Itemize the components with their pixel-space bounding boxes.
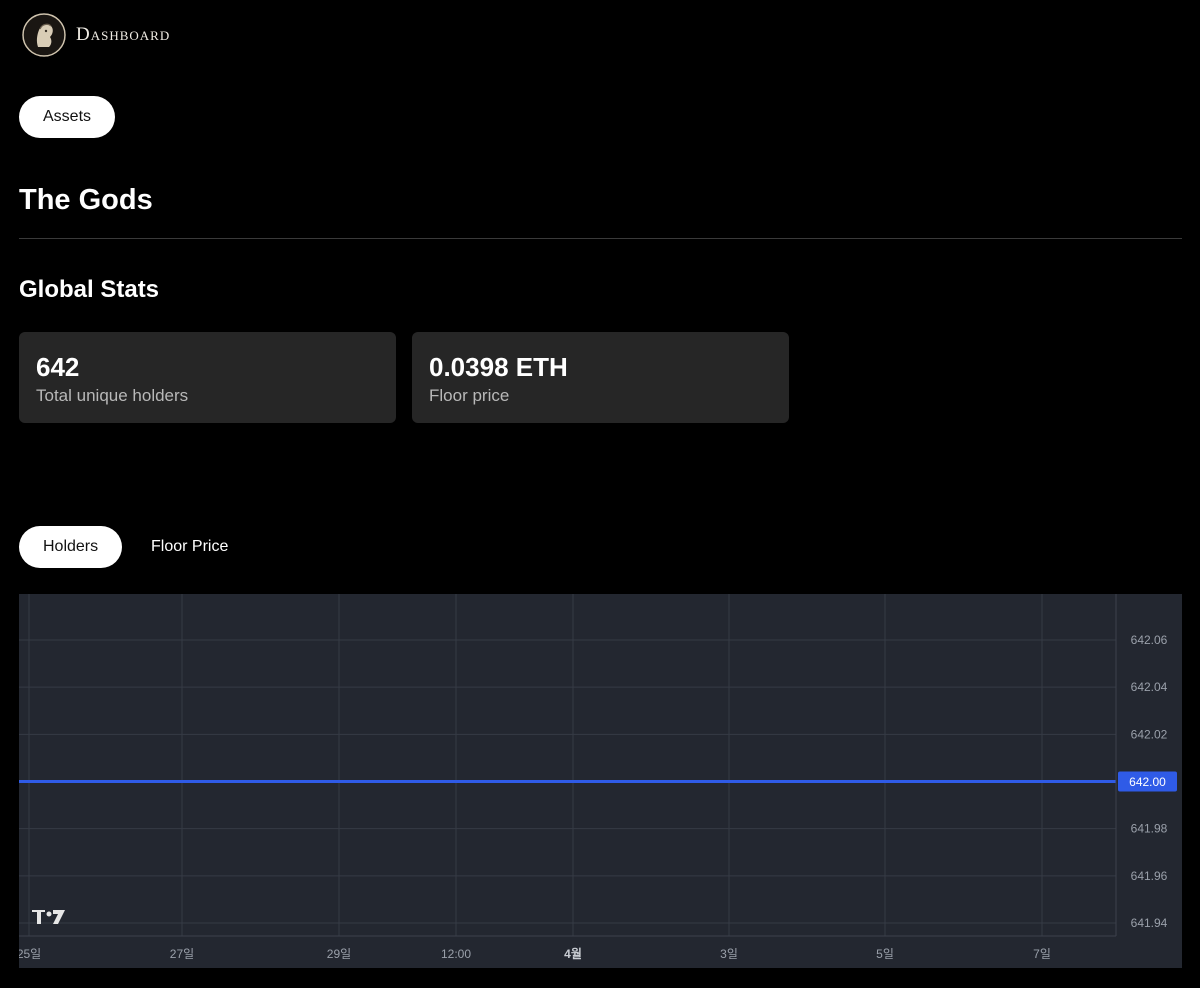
- y-tick-label: 641.94: [1131, 916, 1168, 930]
- x-tick-label: 12:00: [441, 947, 471, 961]
- stat-card-floor-price: 0.0398 ETH Floor price: [412, 332, 789, 423]
- stat-value: 642: [36, 352, 80, 382]
- y-tick-label: 641.96: [1131, 869, 1168, 883]
- tab-holders[interactable]: Holders: [19, 526, 123, 568]
- x-tick-label: 5일: [876, 947, 894, 961]
- tab-floor-price[interactable]: Floor Price: [127, 526, 252, 568]
- global-stats-title: Global Stats: [19, 276, 160, 303]
- x-tick-label: 4월: [564, 946, 582, 961]
- y-tick-label: 642.06: [1131, 633, 1168, 647]
- divider: [19, 238, 1182, 239]
- stat-card-holders: 642 Total unique holders: [19, 332, 396, 423]
- x-tick-label: 27일: [170, 947, 194, 961]
- last-value-label: 642.00: [1129, 775, 1166, 789]
- x-tick-label: 25일: [19, 947, 41, 961]
- stat-value: 0.0398 ETH: [429, 352, 568, 382]
- x-tick-label: 29일: [327, 947, 351, 961]
- holders-chart[interactable]: 642.06 642.04 642.02 641.98 641.96 641.94 25일 2…: [19, 594, 1182, 968]
- tradingview-logo-icon[interactable]: [32, 910, 65, 924]
- assets-button[interactable]: Assets: [19, 96, 116, 138]
- y-tick-label: 641.98: [1131, 822, 1168, 836]
- x-tick-label: 3일: [720, 947, 738, 961]
- x-tick-label: 7일: [1033, 947, 1051, 961]
- page-title: The Gods: [19, 184, 153, 216]
- brand-title: Dashboard: [76, 24, 171, 45]
- stat-label: Total unique holders: [36, 386, 189, 405]
- header: Dashboard: [22, 12, 170, 58]
- gods-bust-logo-icon[interactable]: [22, 13, 66, 57]
- y-tick-label: 642.04: [1131, 680, 1168, 694]
- y-tick-label: 642.02: [1131, 727, 1168, 741]
- stat-label: Floor price: [429, 386, 510, 405]
- chart-canvas[interactable]: 642.06 642.04 642.02 641.98 641.96 641.94 25일 2…: [19, 594, 1182, 968]
